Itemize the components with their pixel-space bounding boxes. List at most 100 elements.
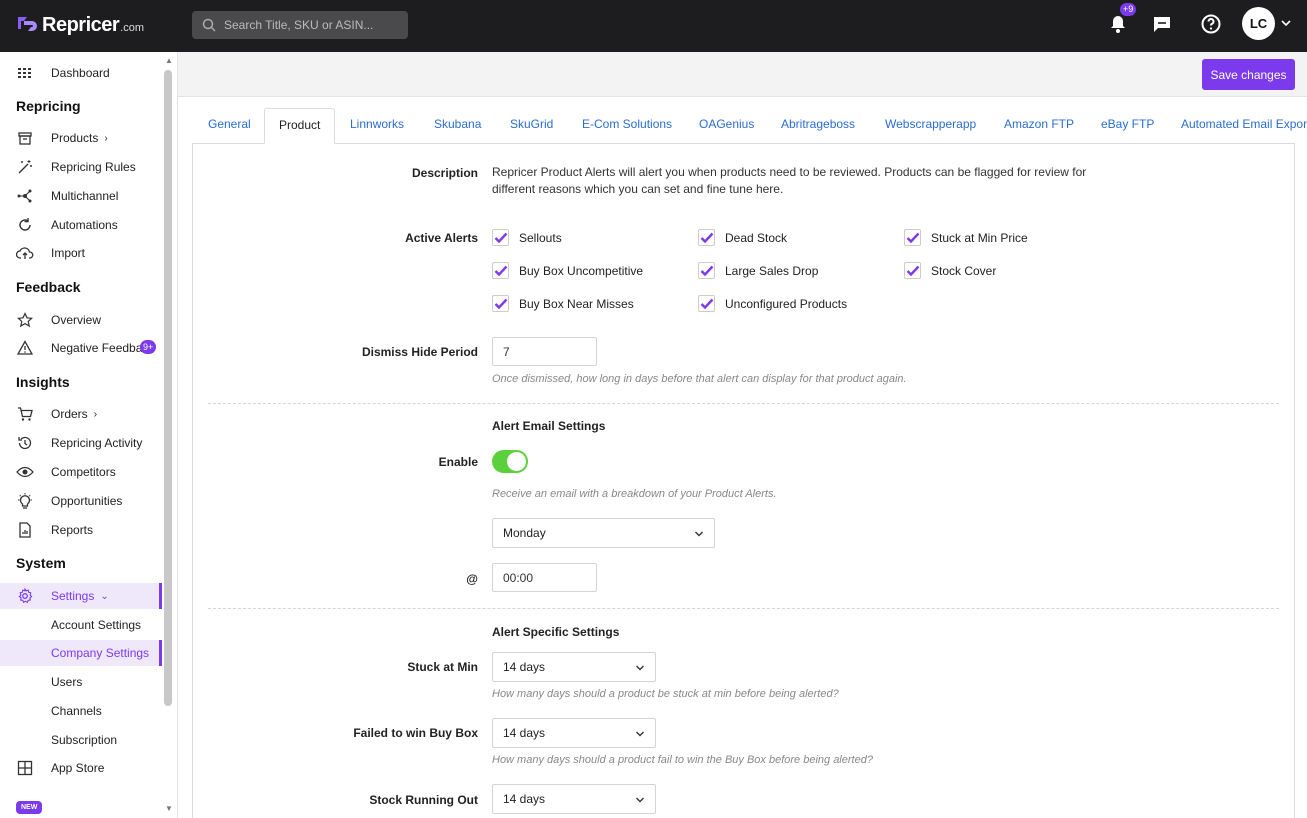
- failed-buy-box-select[interactable]: 14 days: [492, 718, 656, 748]
- dismiss-hide-period-hint: Once dismissed, how long in days before …: [492, 373, 907, 385]
- sidebar-item-label: Automations: [51, 218, 118, 232]
- stuck-at-min-select[interactable]: 14 days: [492, 652, 656, 682]
- alert-checkbox-large-sales-drop[interactable]: Large Sales Drop: [698, 262, 818, 279]
- chevron-right-icon: ›: [104, 132, 108, 144]
- alert-checkbox-sellouts[interactable]: Sellouts: [492, 229, 562, 246]
- enable-label: Enable: [438, 455, 478, 469]
- eye-icon: [16, 463, 34, 481]
- tab-linnworks[interactable]: Linnworks: [350, 108, 404, 144]
- brand-suffix: .com: [120, 22, 144, 34]
- sidebar-item-label: Negative Feedback: [51, 341, 143, 355]
- sidebar-item-reports[interactable]: Reports: [0, 517, 162, 543]
- sidebar-section-repricing: Repricing: [16, 98, 81, 114]
- email-time-input[interactable]: [492, 563, 597, 592]
- sidebar-item-label: Repricing Activity: [51, 436, 143, 450]
- sidebar-item-label: App Store: [51, 761, 105, 775]
- star-icon: [16, 311, 34, 329]
- sidebar-item-account-settings[interactable]: Account Settings: [0, 612, 162, 638]
- alert-checkbox-stock-cover[interactable]: Stock Cover: [904, 262, 996, 279]
- sidebar-item-app-store[interactable]: App Store: [0, 755, 162, 781]
- sidebar-item-label: Dashboard: [51, 66, 110, 80]
- alert-checkbox-stuck-at-min-price[interactable]: Stuck at Min Price: [904, 229, 1028, 246]
- tab-skugrid[interactable]: SkuGrid: [510, 108, 553, 144]
- tab-ecom-solutions[interactable]: E-Com Solutions: [582, 108, 672, 144]
- messages-button[interactable]: [1150, 12, 1174, 36]
- new-badge: NEW: [16, 801, 43, 814]
- sidebar-item-automations[interactable]: Automations: [0, 212, 162, 238]
- sidebar-item-dashboard[interactable]: Dashboard: [0, 60, 162, 86]
- cloud-upload-icon: [16, 244, 34, 262]
- tab-webscrapperapp[interactable]: Webscrapperapp: [885, 108, 976, 144]
- tab-skubana[interactable]: Skubana: [434, 108, 481, 144]
- sidebar-item-negative-feedback[interactable]: Negative Feedback 9+: [0, 335, 162, 361]
- refresh-icon: [16, 216, 34, 234]
- search-input[interactable]: [224, 18, 404, 32]
- sidebar-item-subscription[interactable]: Subscription: [0, 727, 162, 753]
- alert-specific-settings-title: Alert Specific Settings: [492, 625, 620, 639]
- search-box[interactable]: [192, 11, 408, 39]
- stuck-at-min-hint: How many days should a product be stuck …: [492, 688, 839, 700]
- sidebar-item-label: Settings: [51, 589, 95, 603]
- lightbulb-icon: [16, 492, 34, 510]
- message-icon: [1154, 17, 1170, 32]
- sidebar-item-opportunities[interactable]: Opportunities: [0, 488, 162, 514]
- tab-product[interactable]: Product: [264, 108, 336, 144]
- sidebar-item-label: Multichannel: [51, 189, 119, 203]
- bell-icon: [1111, 16, 1125, 33]
- check-icon: [698, 295, 715, 312]
- sidebar-item-products[interactable]: Products ›: [0, 125, 162, 151]
- alert-checkbox-dead-stock[interactable]: Dead Stock: [698, 229, 787, 246]
- gear-icon: [16, 587, 34, 605]
- sidebar-item-repricing-rules[interactable]: Repricing Rules: [0, 154, 162, 180]
- user-avatar[interactable]: LC: [1242, 7, 1275, 40]
- negative-feedback-badge: 9+: [140, 340, 157, 354]
- tab-ebay-ftp[interactable]: eBay FTP: [1101, 108, 1154, 144]
- divider: [208, 403, 1279, 404]
- sidebar-item-settings[interactable]: Settings ⌄: [0, 583, 162, 609]
- sidebar-item-import[interactable]: Import: [0, 240, 162, 266]
- chevron-down-icon: [636, 665, 644, 671]
- description-label: Description: [411, 166, 478, 180]
- scroll-up-arrow[interactable]: ▲: [165, 56, 173, 65]
- sidebar-item-channels[interactable]: Channels: [0, 698, 162, 724]
- chevron-down-icon[interactable]: [1280, 17, 1292, 29]
- sidebar-item-repricing-activity[interactable]: Repricing Activity: [0, 430, 162, 456]
- help-button[interactable]: [1199, 12, 1223, 36]
- enable-email-toggle[interactable]: [492, 450, 528, 473]
- tab-abritrageboss[interactable]: Abritrageboss: [781, 108, 855, 144]
- sidebar-item-users[interactable]: Users: [0, 669, 162, 695]
- help-icon: [1201, 14, 1221, 34]
- failed-buy-box-label: Failed to win Buy Box: [353, 726, 478, 740]
- tab-automated-email-export[interactable]: Automated Email Export: [1181, 108, 1307, 144]
- stock-running-out-select[interactable]: 14 days: [492, 784, 656, 814]
- sidebar-item-overview[interactable]: Overview: [0, 307, 162, 333]
- check-icon: [904, 262, 921, 279]
- dismiss-hide-period-input[interactable]: [492, 337, 597, 366]
- save-changes-button[interactable]: Save changes: [1202, 59, 1295, 90]
- sidebar-item-orders[interactable]: Orders ›: [0, 401, 162, 427]
- report-icon: [16, 521, 34, 539]
- alert-checkbox-buy-box-uncompetitive[interactable]: Buy Box Uncompetitive: [492, 262, 643, 279]
- sidebar-item-label: Products: [51, 131, 99, 145]
- sidebar-scrollbar[interactable]: [164, 70, 172, 706]
- alert-checkbox-buy-box-near-misses[interactable]: Buy Box Near Misses: [492, 295, 634, 312]
- sidebar-item-multichannel[interactable]: Multichannel: [0, 183, 162, 209]
- sidebar-item-company-settings[interactable]: Company Settings: [0, 640, 162, 666]
- sidebar-item-label: Competitors: [51, 465, 116, 479]
- alert-checkbox-unconfigured-products[interactable]: Unconfigured Products: [698, 295, 847, 312]
- check-icon: [904, 229, 921, 246]
- at-label: @: [466, 572, 478, 586]
- stuck-at-min-label: Stuck at Min: [407, 660, 478, 674]
- sidebar-item-competitors[interactable]: Competitors: [0, 459, 162, 485]
- tab-amazon-ftp[interactable]: Amazon FTP: [1004, 108, 1074, 144]
- brand-logo[interactable]: Repricer .com: [16, 13, 144, 37]
- magic-wand-icon: [16, 158, 34, 176]
- scroll-down-arrow[interactable]: ▼: [165, 804, 173, 813]
- tab-oagenius[interactable]: OAGenius: [699, 108, 754, 144]
- email-day-select[interactable]: Monday: [492, 518, 715, 548]
- top-bar: Repricer .com +9 LC: [0, 0, 1307, 52]
- sidebar-section-feedback: Feedback: [16, 279, 81, 295]
- sidebar-section-system: System: [16, 555, 66, 571]
- history-icon: [16, 434, 34, 452]
- tab-general[interactable]: General: [208, 108, 251, 144]
